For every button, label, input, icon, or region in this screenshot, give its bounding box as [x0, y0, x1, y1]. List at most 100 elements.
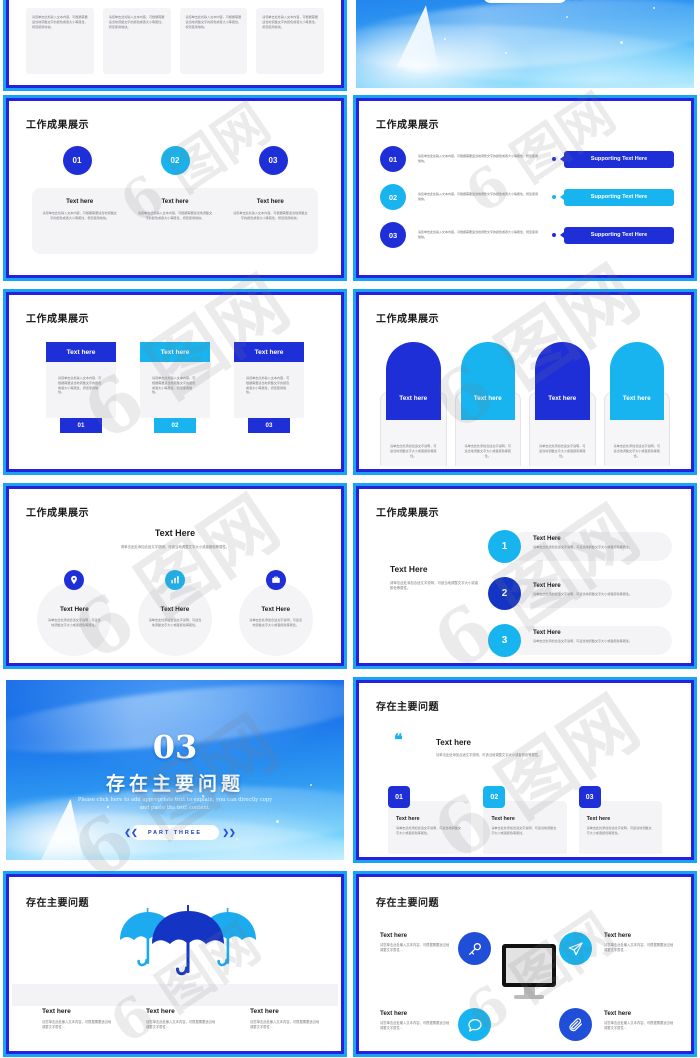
arch-card[interactable]: Text here 请单击此处添加合适文字说明，可适当地调整文字大小或者颜色等属…	[529, 342, 596, 466]
icon-card[interactable]: Text Here 请单击此处添加合适文字说明，可适当地调整文字大小或者颜色等属…	[24, 570, 125, 656]
slide-title: 工作成果展示	[376, 314, 439, 325]
arch-card[interactable]: Text here 请单击此处添加合适文字说明，可适当地调整文字大小或者颜色等属…	[603, 342, 670, 466]
footer-heading: Text here	[146, 1008, 175, 1015]
tile[interactable]: 01 Text here 请单击此处添加合适文字说明，可适当地调整文字大小或者颜…	[388, 786, 472, 854]
footer-card[interactable]: Text here 请您单击此处输入文本内容，可根据需要适当地调整文字属性…	[146, 1008, 216, 1030]
arch-head-label: Text here	[473, 395, 502, 402]
row-heading: Text Here	[533, 582, 561, 589]
footer-body: 请您单击此处输入文本内容，可根据需要适当地调整文字属性…	[250, 1020, 320, 1030]
icon-card-heading: Text Here	[60, 606, 89, 613]
slide-thumbnail-grid: 请您单击此处输入文本内容，可根据需要适当地调整文字的颜色或者大小等属性，祝您使用…	[0, 0, 700, 1054]
callout-label: Supporting Text Here	[590, 156, 648, 162]
row-body: 请您单击此处输入文本内容，可根据需要适当地调整文字的颜色或者大小等属性，祝您使用…	[418, 230, 539, 239]
column-body: 请您单击此处输入文本内容，可根据需要适当地调整文字的颜色或者大小等属性，祝您使用…	[152, 376, 196, 395]
key-icon[interactable]	[458, 932, 491, 965]
lead-body: 请单击此处添加合适文字说明，可适当地调整文字大小或者颜色等属性。	[390, 581, 479, 591]
arch-card[interactable]: Text here 请单击此处添加合适文字说明，可适当地调整文字大小或者颜色等属…	[380, 342, 447, 466]
bullet-dot	[552, 233, 556, 237]
callout-button[interactable]: Supporting Text Here	[560, 188, 674, 206]
step-circle: 02	[380, 184, 406, 210]
list-item[interactable]: 02 请您单击此处输入文本内容，可根据需要适当地调整文字的颜色或者大小等属性，祝…	[380, 183, 674, 211]
chevron-left-icon: ❮❮	[124, 828, 138, 837]
list-item[interactable]: 03 请您单击此处输入文本内容，可根据需要适当地调整文字的颜色或者大小等属性，祝…	[380, 221, 674, 249]
slide-thumbnail-03-circles[interactable]: 工作成果展示 01 02 03 Text here 请您单击此处输入文本内容，可…	[6, 98, 344, 278]
list-item[interactable]: 2 Text Here 请单击此处添加合适文字说明，可适当地调整文字大小或者颜色…	[488, 577, 672, 610]
callout-label: Supporting Text Here	[590, 232, 648, 238]
arch-body: 请单击此处添加合适文字说明，可适当地调整文字大小或者颜色等属性。	[539, 444, 586, 458]
arch-head: Text here	[460, 342, 515, 420]
arch-body: 请单击此处添加合适文字说明，可适当地调整文字大小或者颜色等属性。	[464, 444, 511, 458]
step-circle[interactable]: 03	[258, 146, 288, 175]
part-badge[interactable]: PART TWO	[483, 0, 567, 3]
row-heading: Text Here	[533, 535, 561, 542]
slide-thumbnail-05-bars[interactable]: 工作成果展示 Text here 请您单击此处输入文本内容，可根据需要适当地调整…	[6, 292, 344, 472]
slide-thumbnail-08-numbered-list[interactable]: 工作成果展示 Text Here 请单击此处添加合适文字说明，可适当地调整文字大…	[356, 486, 694, 666]
column-body: 请您单击此处输入文本内容，可根据需要适当地调整文字的颜色或者大小等属性，祝您使用…	[58, 376, 102, 395]
card-body: 请您单击此处输入文本内容，可根据需要适当地调整文字的颜色或者大小等属性，祝您使用…	[185, 15, 242, 29]
chat-icon[interactable]	[458, 1008, 491, 1041]
slide-title: 工作成果展示	[376, 508, 439, 519]
column[interactable]: Text here 请您单击此处输入文本内容，可根据需要适当地调整文字的颜色或者…	[234, 342, 304, 433]
arch-card[interactable]: Text here 请单击此处添加合适文字说明，可适当地调整文字大小或者颜色等属…	[454, 342, 521, 466]
feature-body: 请您单击此处输入文本内容，可根据需要适当地调整文字属性…	[380, 943, 450, 953]
icon-card[interactable]: Text Here 请单击此处添加合适文字说明，可适当地调整文字大小或者颜色等属…	[225, 570, 326, 656]
step-circle: 1	[488, 530, 521, 563]
row-body: 请单击此处添加合适文字说明，可适当地调整文字大小或者颜色等属性。	[533, 639, 632, 643]
tile[interactable]: 02 Text here 请单击此处添加合适文字说明，可适当地调整文字大小或者颜…	[483, 786, 567, 854]
list-item[interactable]: 01 请您单击此处输入文本内容，可根据需要适当地调整文字的颜色或者大小等属性，祝…	[380, 145, 674, 173]
send-icon[interactable]	[559, 932, 592, 965]
slide-title: 工作成果展示	[26, 120, 89, 131]
card-body: 请您单击此处输入文本内容，可根据需要适当地调整文字的颜色或者大小等属性，祝您使用…	[233, 211, 308, 220]
lead-heading: Text Here	[390, 564, 428, 574]
step-circle[interactable]: 02	[160, 146, 190, 175]
card-body: 请您单击此处输入文本内容，可根据需要适当地调整文字的颜色或者大小等属性，祝您使用…	[42, 211, 117, 220]
row-body: 请您单击此处输入文本内容，可根据需要适当地调整文字的颜色或者大小等属性，祝您使用…	[418, 154, 539, 163]
slide-thumbnail-04-rows[interactable]: 工作成果展示 01 请您单击此处输入文本内容，可根据需要适当地调整文字的颜色或者…	[356, 98, 694, 278]
feature-text: Text here 请您单击此处输入文本内容，可根据需要适当地调整文字属性…	[380, 932, 450, 953]
slide-thumbnail-06-arches[interactable]: 工作成果展示 Text here 请单击此处添加合适文字说明，可适当地调整文字大…	[356, 292, 694, 472]
row-body: 请单击此处添加合适文字说明，可适当地调整文字大小或者颜色等属性。	[533, 592, 632, 596]
part-badge[interactable]: PART THREE	[131, 825, 219, 840]
slide-thumbnail-12-monitor[interactable]: 存在主要问题 Text here 请您单击此处输入文本内容，可根据需要适当地调整…	[356, 874, 694, 1054]
step-circle[interactable]: 01	[62, 146, 92, 175]
footer-body: 请您单击此处输入文本内容，可根据需要适当地调整文字属性…	[146, 1020, 216, 1030]
card-heading: Text here	[161, 198, 189, 205]
column-number: 01	[60, 418, 102, 433]
cover-subtitle: Please click here to add appropriate tex…	[77, 797, 273, 811]
tile-body: 请单击此处添加合适文字说明，可适当地调整文字大小或者颜色等属性。	[491, 826, 557, 835]
slide-thumbnail-cover-part-three[interactable]: 03 存在主要问题 Please click here to add appro…	[6, 680, 344, 860]
slide-title: 存在主要问题	[376, 898, 439, 909]
footer-card[interactable]: Text here 请您单击此处输入文本内容，可根据需要适当地调整文字属性…	[42, 1008, 112, 1030]
column[interactable]: Text here 请您单击此处输入文本内容，可根据需要适当地调整文字的颜色或者…	[140, 342, 210, 433]
step-circle: 01	[380, 146, 406, 172]
paperclip-icon[interactable]	[559, 1008, 592, 1041]
column[interactable]: Text here 请您单击此处输入文本内容，可根据需要适当地调整文字的颜色或者…	[46, 342, 116, 433]
tile-number: 03	[578, 786, 601, 808]
arch-head-label: Text here	[548, 395, 577, 402]
slide-title: 存在主要问题	[26, 898, 89, 909]
tile-number: 01	[388, 786, 410, 808]
tile[interactable]: 03 Text here 请单击此处添加合适文字说明，可适当地调整文字大小或者颜…	[578, 786, 662, 854]
feature-heading: Text here	[380, 1010, 408, 1017]
column-body: 请您单击此处输入文本内容，可根据需要适当地调整文字的颜色或者大小等属性，祝您使用…	[246, 376, 290, 395]
list-item[interactable]: 3 Text Here 请单击此处添加合适文字说明，可适当地调整文字大小或者颜色…	[488, 624, 672, 657]
slide-thumbnail[interactable]: 工作成果展示 Please click here to add appropri…	[356, 0, 694, 88]
slide-thumbnail-11-umbrellas[interactable]: 存在主要问题 Text here 请您单击此处输入文本内容，可根据需要适当地调整…	[6, 874, 344, 1054]
icon-card[interactable]: Text Here 请单击此处添加合适文字说明，可适当地调整文字大小或者颜色等属…	[125, 570, 226, 656]
callout-button[interactable]: Supporting Text Here	[560, 226, 674, 244]
slide-thumbnail-10-quote[interactable]: 存在主要问题 ❝ Text here 请单击此处添加合适文字说明，可适当地调整文…	[356, 680, 694, 860]
card-body: 请您单击此处输入文本内容，可根据需要适当地调整文字的颜色或者大小等属性，祝您使用…	[108, 15, 165, 29]
list-item[interactable]: 1 Text Here 请单击此处添加合适文字说明，可适当地调整文字大小或者颜色…	[488, 530, 672, 563]
footer-card[interactable]: Text here 请您单击此处输入文本内容，可根据需要适当地调整文字属性…	[250, 1008, 320, 1030]
arch-body: 请单击此处添加合适文字说明，可适当地调整文字大小或者颜色等属性。	[613, 444, 660, 458]
quote-body: 请单击此处添加合适文字说明，可适当地调整文字大小或者颜色等属性。	[436, 753, 542, 757]
lead-body: 请单击此处添加合适文字说明，可适当地调整文字大小或者颜色等属性。	[120, 545, 230, 549]
icon-card-heading: Text Here	[160, 606, 190, 613]
column-number: 03	[248, 418, 290, 433]
callout-button[interactable]: Supporting Text Here	[560, 150, 674, 168]
row-body: 请您单击此处输入文本内容，可根据需要适当地调整文字的颜色或者大小等属性，祝您使用…	[418, 192, 539, 201]
arch-head-label: Text here	[622, 395, 651, 402]
slide-thumbnail-07-icon-circles[interactable]: 工作成果展示 Text Here 请单击此处添加合适文字说明，可适当地调整文字大…	[6, 486, 344, 666]
tile-body: 请单击此处添加合适文字说明，可适当地调整文字大小或者颜色等属性。	[586, 826, 652, 835]
slide-thumbnail[interactable]: 请您单击此处输入文本内容，可根据需要适当地调整文字的颜色或者大小等属性，祝您使用…	[6, 0, 344, 88]
